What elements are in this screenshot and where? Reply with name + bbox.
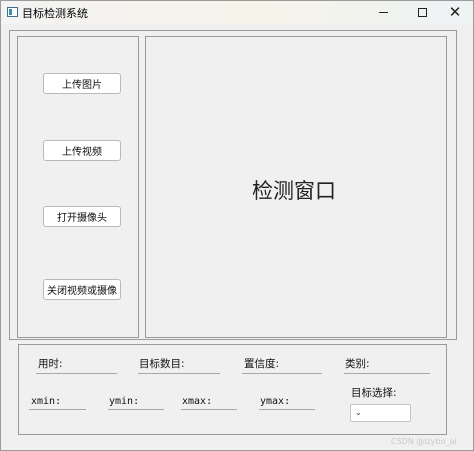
close-video-camera-button[interactable]: 关闭视频或摄像 [43,279,121,300]
maximize-button[interactable] [404,1,440,24]
detection-window: 检测窗口 [145,36,447,338]
minimize-icon [378,12,388,13]
ymin-value [108,409,164,410]
category-value [344,373,430,374]
xmin-label: xmin: [31,396,62,407]
window-title: 目标检测系统 [22,7,88,20]
close-icon: ✕ [448,3,462,21]
xmax-value [181,409,237,410]
upload-video-button[interactable]: 上传视频 [43,140,121,161]
target-count-label: 目标数目: [139,358,185,370]
detection-window-title: 检测窗口 [252,179,336,203]
ymin-label: ymin: [109,396,140,407]
open-camera-button[interactable]: 打开摄像头 [43,206,121,227]
upload-image-button[interactable]: 上传图片 [43,73,121,94]
watermark: CSDN @lzybo_ai [391,437,457,446]
app-window-icon [7,7,18,17]
confidence-label: 置信度: [244,358,280,370]
target-select-dropdown[interactable]: ⌄ [350,404,411,422]
time-label: 用时: [38,358,63,370]
title-bar[interactable]: 目标检测系统 ✕ [1,1,473,24]
main-window: 目标检测系统 ✕ 上传图片 上传视频 打开摄像头 关闭视频或摄像 检测窗口 用时… [0,0,474,451]
close-button[interactable]: ✕ [437,1,473,24]
category-label: 类别: [345,358,370,370]
xmax-label: xmax: [182,396,213,407]
confidence-value [242,373,322,374]
minimize-button[interactable] [365,1,401,24]
target-count-value [138,373,220,374]
maximize-icon [417,8,427,17]
xmin-value [29,409,86,410]
ymax-label: ymax: [260,396,291,407]
chevron-down-icon: ⌄ [355,408,362,417]
ymax-value [259,409,315,410]
stats-panel: 用时: 目标数目: 置信度: 类别: xmin: ymin: xmax: yma… [18,344,447,435]
time-value [36,373,117,374]
control-panel: 上传图片 上传视频 打开摄像头 关闭视频或摄像 [17,36,139,338]
target-select-label: 目标选择: [351,387,397,399]
